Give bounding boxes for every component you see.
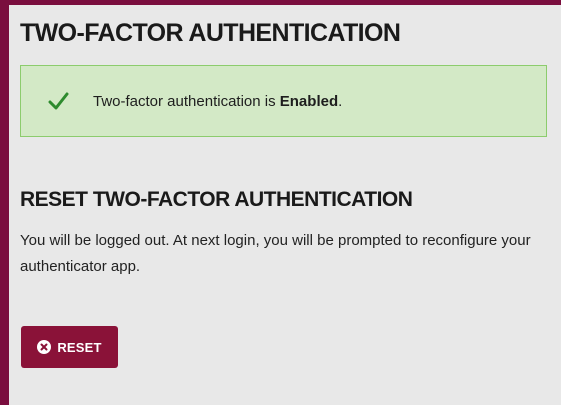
x-circle-icon	[37, 340, 52, 354]
reset-button-label: RESET	[57, 339, 102, 355]
reset-section-description: You will be logged out. At next login, y…	[20, 232, 531, 275]
status-message: Two-factor authentication is Enabled.	[93, 93, 342, 110]
status-prefix: Two-factor authentication is	[93, 92, 280, 110]
status-state: Enabled	[279, 92, 339, 110]
two-factor-panel: TWO-FACTOR AUTHENTICATION Two-factor aut…	[9, 5, 561, 405]
check-icon	[47, 90, 69, 112]
reset-section-title: RESET TWO-FACTOR AUTHENTICATION	[20, 188, 413, 211]
page-title: TWO-FACTOR AUTHENTICATION	[20, 19, 401, 47]
status-alert: Two-factor authentication is Enabled.	[20, 65, 547, 137]
status-suffix: .	[338, 92, 343, 110]
reset-button[interactable]: RESET	[21, 326, 118, 368]
